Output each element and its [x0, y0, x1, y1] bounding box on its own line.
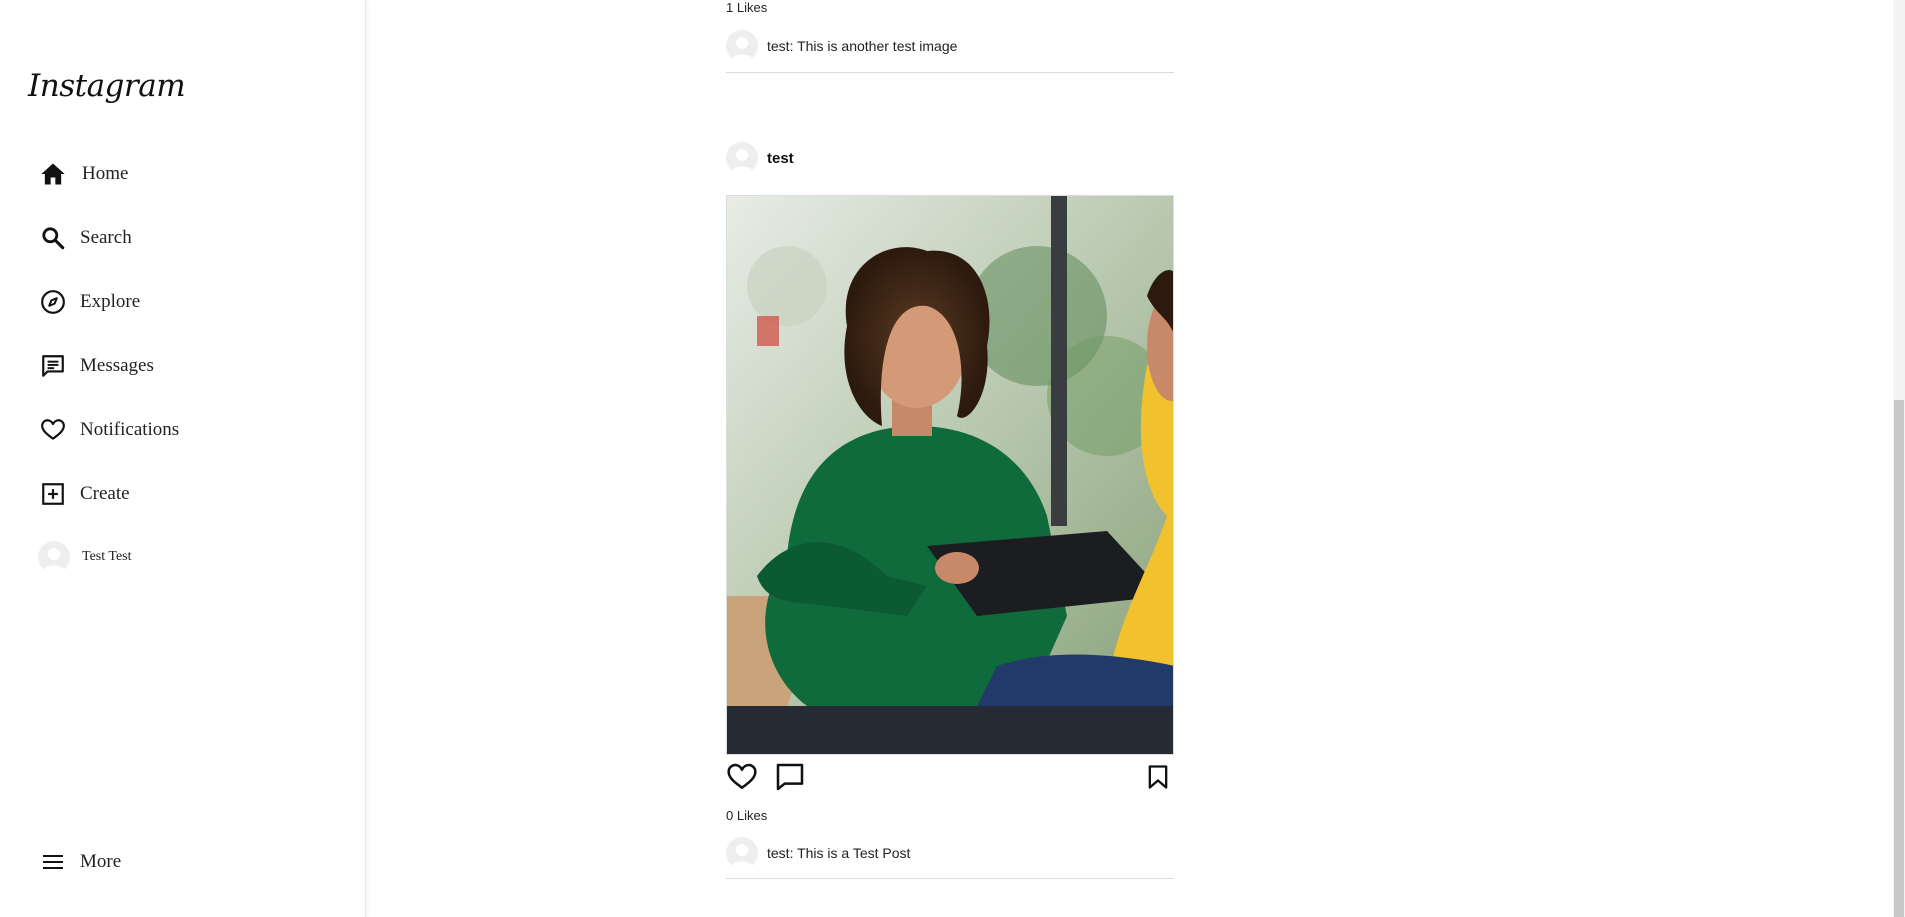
- save-button[interactable]: [1144, 763, 1172, 791]
- sidebar-item-label: Explore: [80, 291, 141, 312]
- plus-square-icon: [38, 479, 68, 509]
- caption-text: test: This is a Test Post: [767, 845, 911, 861]
- home-icon: [38, 159, 68, 189]
- avatar: [38, 541, 70, 573]
- post-divider: [726, 878, 1174, 879]
- sidebar-item-label: Home: [82, 163, 129, 184]
- heart-icon: [38, 415, 68, 445]
- avatar[interactable]: [726, 142, 758, 174]
- post-username[interactable]: test: [767, 150, 794, 167]
- instagram-logo[interactable]: Instagram: [28, 68, 186, 104]
- sidebar-item-profile[interactable]: Test Test: [38, 537, 132, 577]
- sidebar-item-label: More: [80, 851, 122, 872]
- menu-icon: [38, 847, 68, 877]
- sidebar-item-label: Messages: [80, 355, 154, 376]
- sidebar-item-home[interactable]: Home: [38, 154, 128, 194]
- avatar[interactable]: [726, 30, 758, 62]
- sidebar-item-label: Search: [80, 227, 132, 248]
- comment-button[interactable]: [774, 761, 806, 793]
- post-header: test: [726, 142, 794, 174]
- sidebar-item-more[interactable]: More: [38, 842, 121, 882]
- sidebar-item-label: Test Test: [82, 549, 132, 564]
- like-button[interactable]: [726, 761, 758, 793]
- likes-count: 1 Likes: [726, 0, 768, 15]
- caption-row: test: This is another test image: [726, 30, 957, 62]
- post-divider: [726, 72, 1174, 73]
- scrollbar-thumb[interactable]: [1894, 400, 1904, 917]
- message-icon: [38, 351, 68, 381]
- post-actions: [726, 757, 1174, 797]
- sidebar-item-create[interactable]: Create: [38, 474, 130, 514]
- search-icon: [38, 223, 68, 253]
- sidebar-item-explore[interactable]: Explore: [38, 282, 140, 322]
- sidebar-item-notifications[interactable]: Notifications: [38, 410, 179, 450]
- sidebar-item-messages[interactable]: Messages: [38, 346, 154, 386]
- bookmark-icon: [1148, 765, 1168, 789]
- scrollbar[interactable]: [1893, 0, 1905, 917]
- sidebar-item-label: Notifications: [80, 419, 180, 440]
- sidebar: Instagram Home Search Explore Messages N…: [0, 0, 366, 917]
- sidebar-item-label: Create: [80, 483, 130, 504]
- heart-icon: [727, 763, 757, 789]
- sidebar-item-search[interactable]: Search: [38, 218, 132, 258]
- post-photo: [727, 196, 1173, 754]
- avatar[interactable]: [726, 837, 758, 869]
- caption-text: test: This is another test image: [767, 38, 958, 54]
- compass-icon: [38, 287, 68, 317]
- comment-icon: [776, 763, 804, 791]
- post-image[interactable]: [726, 195, 1174, 755]
- caption-row: test: This is a Test Post: [726, 837, 910, 869]
- likes-count: 0 Likes: [726, 808, 768, 823]
